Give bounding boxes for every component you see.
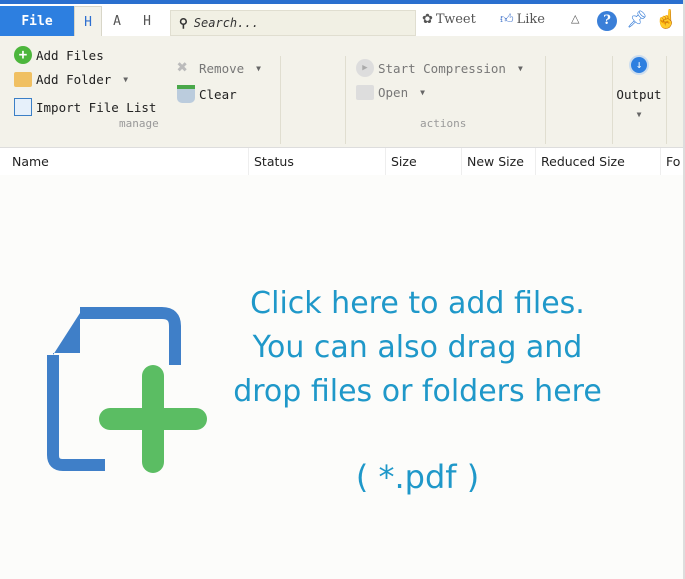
like-button[interactable]: 👍︎ Like (500, 12, 545, 27)
search-icon: ⚲ (179, 16, 188, 30)
drop-line-2: You can also drag and (252, 330, 583, 365)
import-file-list-button[interactable]: Import File List (14, 98, 156, 116)
manage-group-label: manage (119, 117, 159, 130)
output-button[interactable]: ↓ Output ▼ (613, 55, 665, 130)
remove-button[interactable]: ✖ Remove ▼ (177, 59, 261, 77)
start-compression-button[interactable]: ▶ Start Compression ▼ (356, 59, 523, 77)
add-files-button[interactable]: + Add Files (14, 46, 104, 64)
download-circle-icon: ↓ (629, 55, 649, 75)
divider (345, 56, 346, 144)
help-icon: ? (597, 11, 617, 31)
dropdown-arrow-icon[interactable]: ▼ (518, 64, 523, 73)
clear-label: Clear (199, 86, 237, 102)
file-type-hint: ( *.pdf ) (355, 458, 480, 496)
tab-home[interactable]: H (74, 6, 102, 38)
add-folder-label: Add Folder (36, 72, 112, 87)
import-list-icon (14, 98, 32, 116)
column-folder[interactable]: Fo (660, 148, 685, 175)
remove-label: Remove (199, 60, 245, 76)
divider (666, 56, 667, 144)
ribbon-tabs: File H A H ⚲ Search... ✿ Tweet 👍︎ Like △ ?… (0, 4, 685, 38)
output-label: Output (616, 87, 662, 102)
dropdown-arrow-icon[interactable]: ▼ (613, 110, 665, 119)
twitter-bird-icon: ✿ (422, 12, 433, 27)
file-list-header: Name Status Size New Size Reduced Size F… (0, 148, 685, 175)
remove-x-icon: ✖ (177, 57, 188, 78)
dropdown-arrow-icon[interactable]: ▼ (420, 88, 425, 97)
help-button[interactable]: ? (597, 11, 617, 31)
tab-a[interactable]: A (103, 6, 131, 36)
divider (280, 56, 281, 144)
search-placeholder: Search... (193, 16, 259, 30)
column-reduced-size[interactable]: Reduced Size (535, 148, 660, 175)
clear-button[interactable]: Clear (177, 85, 237, 103)
open-label: Open (378, 85, 409, 100)
play-icon: ▶ (356, 59, 374, 77)
open-button[interactable]: Open ▼ (356, 85, 425, 100)
add-file-icon (47, 307, 207, 473)
thumbs-up-icon: 👍︎ (500, 12, 514, 27)
pointer-button[interactable]: ☝ (655, 9, 677, 30)
tweet-button[interactable]: ✿ Tweet (422, 12, 476, 27)
search-input[interactable]: ⚲ Search... (170, 10, 416, 36)
dropdown-arrow-icon[interactable]: ▼ (123, 75, 128, 84)
add-folder-button[interactable]: Add Folder ▼ (14, 72, 128, 87)
start-compression-label: Start Compression (378, 60, 506, 76)
column-new-size[interactable]: New Size (461, 148, 535, 175)
dropdown-arrow-icon[interactable]: ▼ (256, 64, 261, 73)
hand-pointer-icon: ☝ (655, 9, 678, 30)
collapse-ribbon-button[interactable]: △ (571, 12, 579, 25)
like-label: Like (516, 12, 545, 27)
column-size[interactable]: Size (385, 148, 461, 175)
divider (545, 56, 546, 144)
tweet-label: Tweet (435, 12, 476, 27)
chevron-up-icon: △ (571, 12, 580, 25)
import-file-list-label: Import File List (36, 99, 157, 115)
drop-line-1: Click here to add files. (250, 286, 585, 321)
pin-icon: 📌︎ (626, 10, 648, 30)
column-name[interactable]: Name (7, 148, 247, 175)
pin-button[interactable]: 📌︎ (626, 10, 648, 30)
drop-instructions[interactable]: Click here to add files. You can also dr… (205, 282, 630, 414)
add-files-label: Add Files (36, 47, 104, 63)
open-folder-icon (356, 85, 374, 100)
add-circle-icon: + (14, 46, 32, 64)
tab-h[interactable]: H (133, 6, 161, 36)
basket-clear-icon (177, 85, 195, 103)
tab-file[interactable]: File (0, 6, 74, 36)
actions-group-label: actions (420, 117, 467, 130)
folder-add-icon (14, 72, 32, 87)
column-status[interactable]: Status (248, 148, 385, 175)
drop-line-3: drop files or folders here (233, 374, 602, 409)
